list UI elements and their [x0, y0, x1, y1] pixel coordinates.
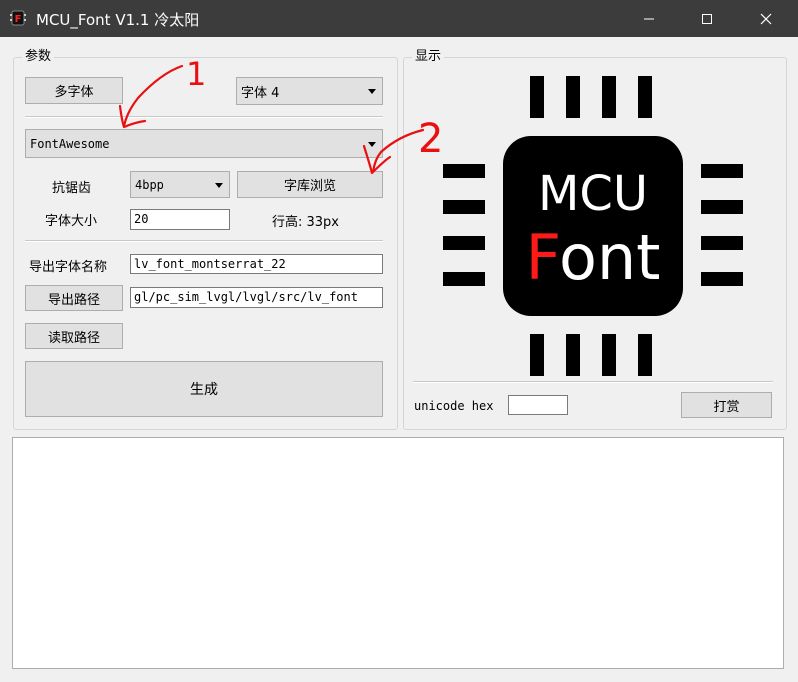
annotation-number-2: 2: [418, 116, 443, 162]
annotation-arrow-1: [122, 64, 184, 128]
annotation-number-1: 1: [186, 55, 206, 93]
annotation-overlay: 1 2: [118, 55, 443, 175]
annotation-arrowhead-1: [118, 104, 147, 129]
